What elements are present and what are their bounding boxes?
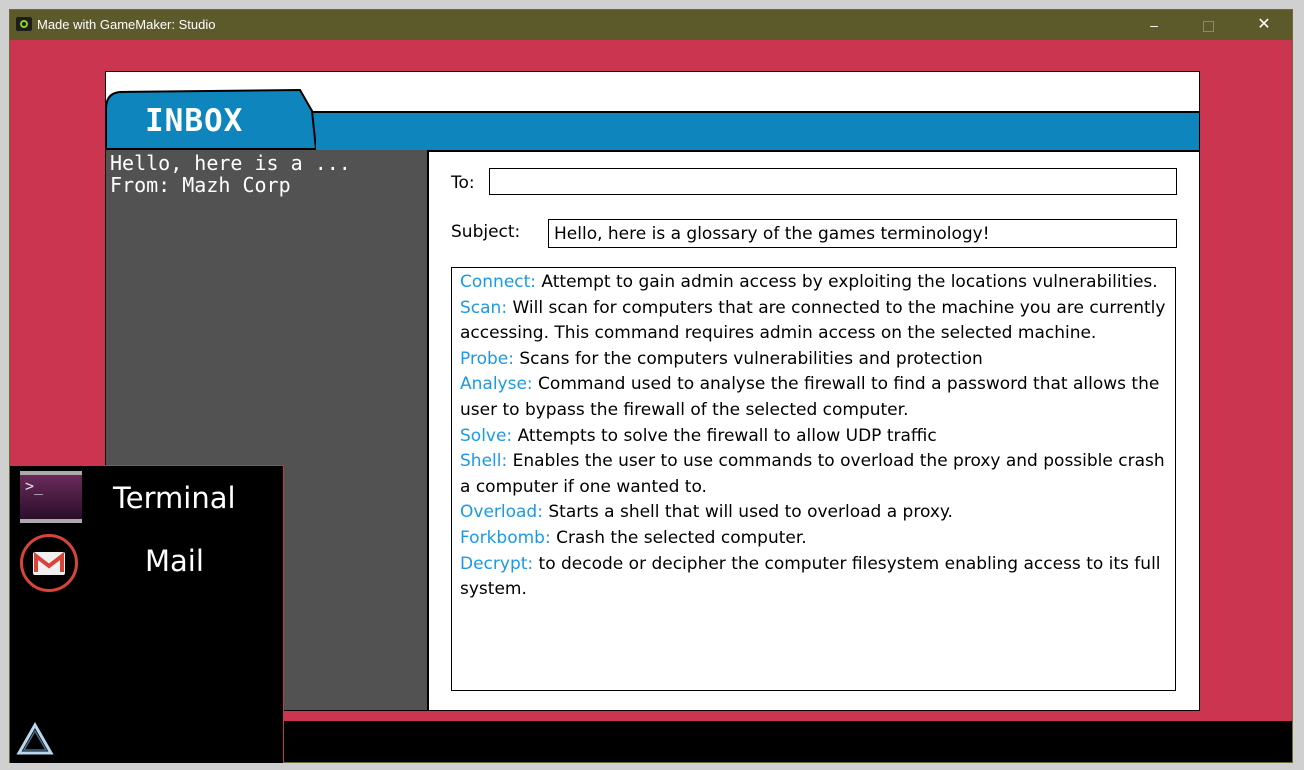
mail-preview: Hello, here is a ... <box>110 151 351 175</box>
to-field[interactable] <box>489 168 1177 195</box>
to-label: To: <box>451 173 475 193</box>
subject-label: Subject: <box>451 222 521 242</box>
glossary-entry: Shell: Enables the user to use commands … <box>460 449 1167 500</box>
mail-sender: From: Mazh Corp <box>110 173 291 197</box>
glossary-entry: Analyse: Command used to analyse the fir… <box>460 372 1167 423</box>
terminal-icon: >_ <box>20 471 82 523</box>
gamemaker-icon <box>16 17 32 31</box>
title-bar[interactable]: Made with GameMaker: Studio – ✕ <box>10 10 1292 40</box>
glossary-term: Forkbomb: <box>460 527 551 548</box>
inbox-title: INBOX <box>145 103 244 139</box>
glossary-term: Solve: <box>460 425 513 446</box>
glossary-entry: Solve: Attempts to solve the firewall to… <box>460 424 1167 450</box>
game-window: Made with GameMaker: Studio – ✕ INBOX He… <box>10 10 1292 763</box>
mail-reader: To: Subject: Hello, here is a glossary o… <box>429 150 1199 710</box>
subject-field[interactable]: Hello, here is a glossary of the games t… <box>548 219 1177 248</box>
glossary-term: Probe: <box>460 348 514 369</box>
inbox-tab[interactable]: INBOX <box>106 89 316 150</box>
glossary-definition: Scans for the computers vulnerabilities … <box>513 348 983 369</box>
glossary-term: Analyse: <box>460 374 533 395</box>
glossary-term: Overload: <box>460 502 543 523</box>
glossary-definition: to decode or decipher the computer files… <box>460 553 1161 600</box>
glossary-entry: Forkbomb: Crash the selected computer. <box>460 526 1167 552</box>
mail-list-item[interactable]: Hello, here is a ... From: Mazh Corp <box>110 152 351 196</box>
glossary-term: Connect: <box>460 272 537 292</box>
maximize-icon <box>1202 20 1214 32</box>
glossary-definition: Starts a shell that will used to overloa… <box>542 502 953 523</box>
window-title: Made with GameMaker: Studio <box>37 17 216 32</box>
start-triangle-icon[interactable] <box>16 722 54 756</box>
glossary-definition: Attempts to solve the firewall to allow … <box>512 425 937 446</box>
glossary-entry: Connect: Attempt to gain admin access by… <box>460 270 1167 296</box>
minimize-button[interactable]: – <box>1132 10 1176 40</box>
glossary-entry: Scan: Will scan for computers that are c… <box>460 296 1167 347</box>
terminal-label: Terminal <box>113 481 236 515</box>
glossary-definition: Will scan for computers that are connect… <box>460 297 1166 344</box>
glossary-term: Decrypt: <box>460 553 534 574</box>
app-launcher: >_ Terminal Mail <box>10 465 284 763</box>
launcher-item-mail[interactable]: Mail <box>20 534 270 592</box>
glossary-definition: Crash the selected computer. <box>550 527 807 548</box>
glossary-term: Shell: <box>460 451 508 472</box>
message-body[interactable]: Connect: Attempt to gain admin access by… <box>451 267 1176 691</box>
launcher-item-terminal[interactable]: >_ Terminal <box>20 471 270 527</box>
mail-label: Mail <box>145 544 204 578</box>
maximize-button[interactable] <box>1186 10 1230 40</box>
glossary-term: Scan: <box>460 297 508 318</box>
envelope-icon <box>33 552 65 575</box>
glossary-definition: Attempt to gain admin access by exploiti… <box>536 272 1158 292</box>
glossary-definition: Enables the user to use commands to over… <box>460 451 1165 497</box>
glossary-entry: Overload: Starts a shell that will used … <box>460 500 1167 526</box>
glossary-definition: Command used to analyse the firewall to … <box>460 374 1160 420</box>
close-button[interactable]: ✕ <box>1242 10 1286 40</box>
glossary-entry: Probe: Scans for the computers vulnerabi… <box>460 347 1167 373</box>
gmail-icon <box>20 534 78 592</box>
glossary-entry: Decrypt: to decode or decipher the compu… <box>460 552 1167 603</box>
